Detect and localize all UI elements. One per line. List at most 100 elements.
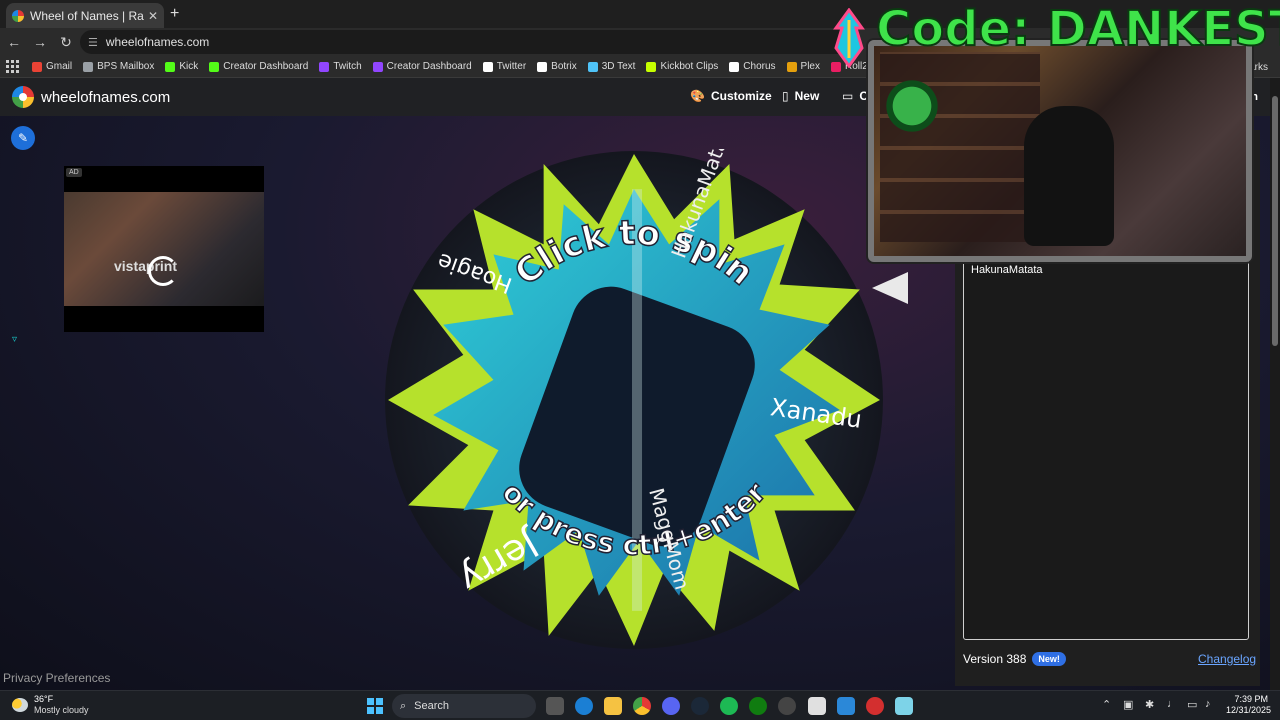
page-scrollbar[interactable] bbox=[1270, 78, 1280, 690]
customize-button[interactable]: 🎨 Customize bbox=[690, 89, 772, 103]
chrome-icon[interactable] bbox=[633, 697, 651, 715]
bookmark-favicon-icon bbox=[83, 61, 94, 72]
bookmark-label: BPS Mailbox bbox=[97, 61, 155, 72]
ad-badge: AD bbox=[66, 168, 82, 177]
ad-video-frame[interactable]: vistaprint bbox=[64, 192, 264, 306]
streamer-logo-icon bbox=[833, 8, 865, 68]
address-bar[interactable]: ☰ wheelofnames.com bbox=[80, 30, 860, 54]
bookmark-item[interactable]: Chorus bbox=[729, 61, 776, 72]
clown-logo-icon bbox=[882, 76, 942, 136]
start-windows-icon[interactable] bbox=[367, 698, 383, 714]
new-tab-button[interactable]: + bbox=[170, 5, 179, 23]
bookmark-label: Botrix bbox=[551, 61, 577, 72]
bookmark-label: Twitter bbox=[496, 61, 527, 72]
bookmark-item[interactable]: Twitch bbox=[319, 61, 362, 72]
volume-icon[interactable]: ♪ bbox=[1205, 698, 1211, 710]
scrollbar-thumb[interactable] bbox=[1272, 96, 1278, 346]
taskbar-clock[interactable]: 7:39 PM 12/31/2025 bbox=[1226, 694, 1271, 716]
replay-icon[interactable] bbox=[148, 256, 178, 286]
bookmark-label: Twitch bbox=[333, 61, 362, 72]
file-explorer-icon[interactable] bbox=[604, 697, 622, 715]
bookmark-label: Gmail bbox=[46, 61, 73, 72]
taskbar-search[interactable]: ⌕ Search bbox=[392, 694, 536, 718]
bookmark-favicon-icon bbox=[165, 61, 176, 72]
back-button[interactable]: ← bbox=[2, 34, 26, 50]
webcam-feed bbox=[868, 40, 1252, 262]
bookmark-item[interactable]: 3D Text bbox=[587, 61, 636, 72]
xbox-icon[interactable] bbox=[749, 697, 767, 715]
site-name[interactable]: wheelofnames.com bbox=[41, 89, 170, 106]
changelog-link[interactable]: Changelog bbox=[1198, 652, 1256, 666]
bookmark-favicon-icon bbox=[587, 61, 598, 72]
entry-line: HakunaMatata bbox=[971, 264, 1043, 276]
obs-icon[interactable] bbox=[778, 697, 796, 715]
privacy-preferences-link[interactable]: Privacy Preferences bbox=[3, 671, 110, 685]
customize-label: Customize bbox=[710, 89, 772, 103]
clock-time: 7:39 PM bbox=[1234, 694, 1268, 704]
bookmark-item[interactable]: Plex bbox=[786, 61, 820, 72]
reload-button[interactable]: ↻ bbox=[54, 34, 78, 51]
open-button[interactable]: ▭ C bbox=[842, 89, 868, 103]
apps-grid-icon[interactable] bbox=[6, 59, 20, 74]
wheel-pointer-icon bbox=[872, 272, 908, 304]
wheel-favicon-icon bbox=[12, 9, 24, 22]
bookmark-label: Chorus bbox=[743, 61, 776, 72]
bookmark-item[interactable]: Creator Dashboard bbox=[372, 61, 472, 72]
bookmark-item[interactable]: Botrix bbox=[537, 61, 577, 72]
microphone-icon[interactable]: ♩ bbox=[1167, 698, 1178, 710]
header-right-partial[interactable]: h bbox=[1251, 91, 1258, 103]
photos-icon[interactable] bbox=[837, 697, 855, 715]
bookmark-item[interactable]: BPS Mailbox bbox=[83, 61, 154, 72]
bookmark-item[interactable]: Kickbot Clips bbox=[646, 61, 718, 72]
bookmark-item[interactable]: Creator Dashboard bbox=[209, 61, 308, 72]
tray-bluetooth-icon[interactable]: ✱ bbox=[1145, 698, 1154, 711]
browser-tab[interactable]: Wheel of Names | Random nam ✕ bbox=[6, 3, 164, 28]
bookmark-label: Creator Dashboard bbox=[386, 61, 472, 72]
bookmark-favicon-icon bbox=[729, 61, 740, 72]
bookmark-item[interactable]: Kick bbox=[165, 61, 198, 72]
network-icon[interactable]: ▭ bbox=[1187, 698, 1197, 711]
site-info-icon[interactable]: ☰ bbox=[88, 36, 98, 49]
bookmark-favicon-icon bbox=[537, 61, 548, 72]
new-label: New bbox=[794, 89, 820, 103]
tab-close-icon[interactable]: ✕ bbox=[148, 9, 158, 23]
version-info: Version 388 New! bbox=[963, 652, 1066, 666]
bookmark-item[interactable]: Twitter bbox=[482, 61, 527, 72]
spotify-icon[interactable] bbox=[720, 697, 738, 715]
bookmark-label: 3D Text bbox=[601, 61, 636, 72]
video-ad[interactable]: AD vistaprint bbox=[64, 166, 264, 332]
notepad-icon[interactable] bbox=[895, 697, 913, 715]
bookmark-item[interactable]: Gmail bbox=[32, 61, 72, 72]
bookmark-favicon-icon bbox=[646, 61, 657, 72]
pencil-icon: ✎ bbox=[17, 131, 29, 145]
tray-overflow-icon[interactable]: ⌃ bbox=[1102, 698, 1111, 711]
entries-textarea[interactable]: HakunaMatata bbox=[963, 255, 1249, 640]
app-icon[interactable] bbox=[808, 697, 826, 715]
bookmark-label: Kick bbox=[179, 61, 199, 72]
adchoices-icon[interactable]: ▿ bbox=[12, 334, 17, 345]
tab-title: Wheel of Names | Random nam bbox=[30, 8, 144, 23]
edge-icon[interactable] bbox=[575, 697, 593, 715]
wheel-logo-icon[interactable] bbox=[12, 86, 34, 108]
discord-icon[interactable] bbox=[662, 697, 680, 715]
weather-condition: Mostly cloudy bbox=[34, 705, 89, 715]
forward-button[interactable]: → bbox=[28, 34, 52, 50]
webcam-chair bbox=[1024, 106, 1114, 246]
edit-pencil-button[interactable]: ✎ bbox=[11, 126, 35, 150]
bookmark-favicon-icon bbox=[482, 61, 493, 72]
task-view-icon[interactable] bbox=[546, 697, 564, 715]
tray-app-icon[interactable]: ▣ bbox=[1123, 698, 1133, 711]
spin-wheel[interactable]: Click to spin or press ctrl+enter Hakuna… bbox=[383, 149, 885, 651]
version-text: Version 388 bbox=[963, 652, 1027, 666]
windows-taskbar: 36°F Mostly cloudy ⌕ Search ⌃ ▣ ✱ ♩ ▭ ♪ … bbox=[0, 690, 1280, 720]
bookmark-label: Kickbot Clips bbox=[660, 61, 719, 72]
url-text: wheelofnames.com bbox=[105, 35, 210, 49]
bookmark-favicon-icon bbox=[372, 61, 383, 72]
bookmark-favicon-icon bbox=[319, 61, 330, 72]
steam-icon[interactable] bbox=[691, 697, 709, 715]
weather-widget[interactable]: 36°F Mostly cloudy bbox=[12, 694, 89, 716]
open-label: C bbox=[859, 89, 869, 103]
new-button[interactable]: ▯ New bbox=[782, 89, 819, 103]
creative-cloud-icon[interactable] bbox=[866, 697, 884, 715]
weather-icon bbox=[12, 698, 28, 712]
